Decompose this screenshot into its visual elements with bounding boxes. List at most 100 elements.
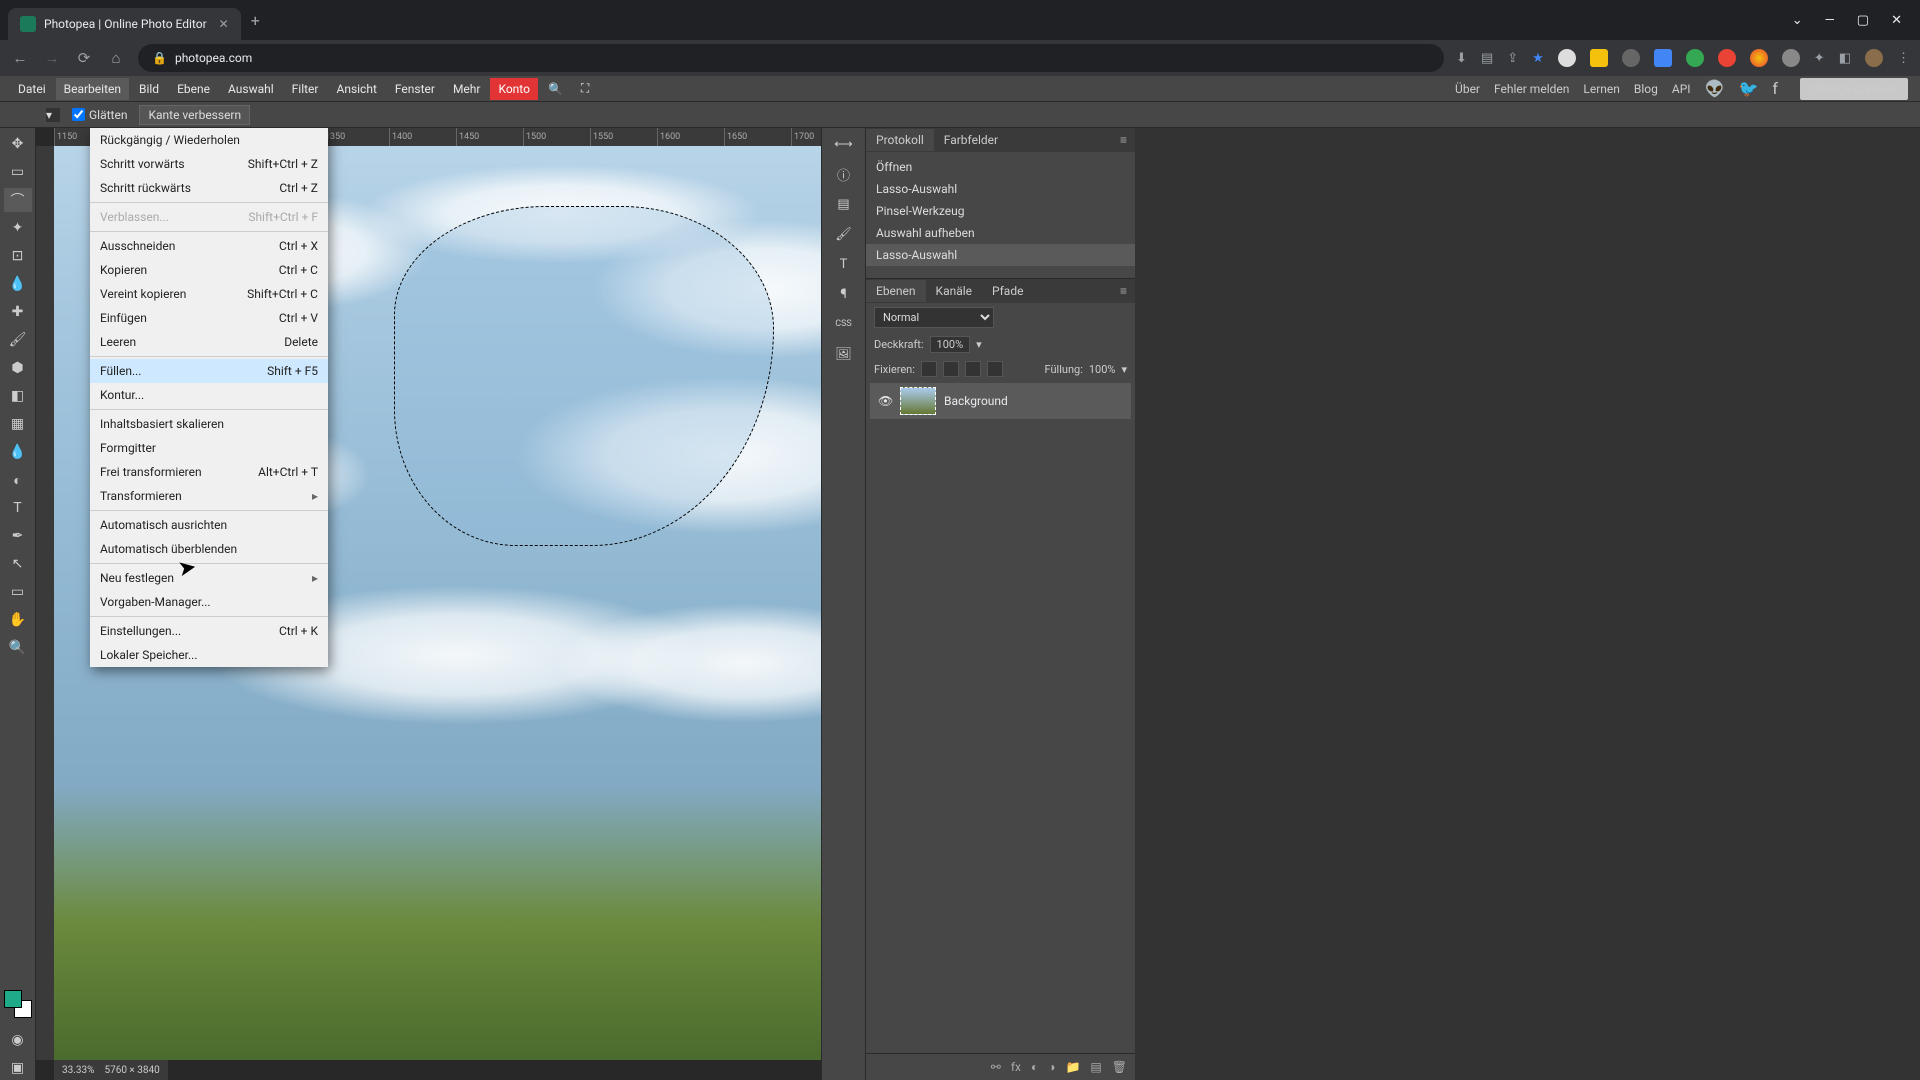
menu-item[interactable]: Frei transformierenAlt+Ctrl + T [90, 460, 328, 484]
glatten-checkbox[interactable]: Glätten [72, 108, 127, 122]
menu-item[interactable]: KopierenCtrl + C [90, 258, 328, 282]
extension-icon[interactable] [1622, 49, 1640, 67]
collapse-icon[interactable]: ⟷ [830, 132, 858, 156]
history-item[interactable]: Lasso-Auswahl [866, 178, 1135, 200]
profile-avatar[interactable] [1865, 49, 1883, 67]
menu-bearbeiten[interactable]: Bearbeiten [56, 78, 129, 100]
image-panel-icon[interactable]: 🖼 [830, 342, 858, 366]
close-window-icon[interactable]: ✕ [1891, 13, 1902, 28]
link-fehler[interactable]: Fehler melden [1494, 82, 1569, 96]
history-item[interactable]: Pinsel-Werkzeug [866, 200, 1135, 222]
menu-datei[interactable]: Datei [10, 78, 54, 100]
dropdown-icon[interactable]: ▾ [1121, 363, 1127, 376]
back-icon[interactable]: ← [10, 49, 30, 67]
kante-verbessern-button[interactable]: Kante verbessern [139, 105, 250, 125]
swatches-icon[interactable]: ▤ [830, 192, 858, 216]
menu-item[interactable]: LeerenDelete [90, 330, 328, 354]
menu-item[interactable]: AusschneidenCtrl + X [90, 234, 328, 258]
home-icon[interactable]: ⌂ [106, 49, 126, 67]
reddit-icon[interactable]: 👽 [1705, 79, 1725, 98]
extension-icon[interactable] [1686, 49, 1704, 67]
link-blog[interactable]: Blog [1634, 82, 1658, 96]
menu-item[interactable]: Transformieren [90, 484, 328, 508]
dodge-tool[interactable]: ◐ [4, 468, 32, 492]
lasso-tool[interactable]: ⌒ [4, 188, 32, 212]
panel-menu-icon[interactable]: ≡ [1112, 133, 1135, 147]
page-icon[interactable]: ▤ [1481, 51, 1493, 66]
type-tool[interactable]: T [4, 496, 32, 520]
history-item[interactable]: Öffnen [866, 156, 1135, 178]
menu-ebene[interactable]: Ebene [169, 78, 218, 100]
menu-item[interactable]: Füllen...Shift + F5 [90, 359, 328, 383]
fullscreen-icon[interactable]: ⛶ [573, 77, 597, 100]
brush-panel-icon[interactable]: 🖌 [830, 222, 858, 246]
tab-pfade[interactable]: Pfade [982, 280, 1033, 302]
fill-value[interactable]: 100% [1089, 363, 1116, 376]
menu-konto[interactable]: Konto [490, 78, 538, 100]
sidepanel-icon[interactable]: ◧ [1839, 51, 1851, 66]
menu-item[interactable]: Lokaler Speicher... [90, 643, 328, 667]
tab-ebenen[interactable]: Ebenen [866, 280, 926, 302]
hand-tool[interactable]: ✋ [4, 608, 32, 632]
menu-bild[interactable]: Bild [131, 78, 167, 100]
lock-all-icon[interactable] [987, 361, 1003, 377]
menu-item[interactable]: Kontur... [90, 383, 328, 407]
menu-item[interactable]: Schritt rückwärtsCtrl + Z [90, 176, 328, 200]
maximize-icon[interactable]: ▢ [1857, 13, 1869, 28]
browser-tab[interactable]: Photopea | Online Photo Editor ✕ [8, 8, 241, 40]
change-consent-button[interactable]: Change Consent [1800, 78, 1908, 100]
stamp-tool[interactable]: ⬢ [4, 356, 32, 380]
close-icon[interactable]: ✕ [219, 17, 229, 31]
info-icon[interactable]: ⓘ [830, 162, 858, 186]
adjustment-icon[interactable]: ◑ [1048, 1060, 1055, 1074]
wand-tool[interactable]: ✦ [4, 216, 32, 240]
panel-menu-icon[interactable]: ≡ [1112, 284, 1135, 298]
zoom-tool[interactable]: 🔍 [4, 636, 32, 660]
screenmode-tool[interactable]: ▣ [4, 1056, 32, 1080]
eyedropper-tool[interactable]: 💧 [4, 272, 32, 296]
new-tab-button[interactable]: + [251, 11, 260, 30]
menu-item[interactable]: Einstellungen...Ctrl + K [90, 619, 328, 643]
link-lernen[interactable]: Lernen [1583, 82, 1620, 96]
twitter-icon[interactable]: 🐦 [1738, 79, 1758, 98]
fx-icon[interactable]: fx [1011, 1060, 1021, 1074]
extension-icon[interactable] [1590, 49, 1608, 67]
download-icon[interactable]: ⬇ [1456, 51, 1467, 66]
blur-tool[interactable]: 💧 [4, 440, 32, 464]
lock-transparency-icon[interactable] [921, 361, 937, 377]
extension-icon[interactable] [1718, 49, 1736, 67]
layer-name[interactable]: Background [944, 394, 1008, 408]
menu-item[interactable]: Rückgängig / Wiederholen [90, 128, 328, 152]
lock-position-icon[interactable] [965, 361, 981, 377]
menu-item[interactable]: Schritt vorwärtsShift+Ctrl + Z [90, 152, 328, 176]
shape-tool[interactable]: ▭ [4, 580, 32, 604]
visibility-icon[interactable]: 👁 [878, 394, 892, 408]
reload-icon[interactable]: ⟳ [74, 49, 94, 67]
quickmask-tool[interactable]: ◉ [4, 1028, 32, 1052]
minimize-icon[interactable]: — [1825, 13, 1835, 28]
url-input[interactable]: 🔒 photopea.com [138, 44, 1444, 72]
extension-icon[interactable] [1654, 49, 1672, 67]
link-uber[interactable]: Über [1455, 82, 1480, 96]
extension-icon[interactable] [1558, 49, 1576, 67]
menu-item[interactable]: Inhaltsbasiert skalieren [90, 412, 328, 436]
brush-tool[interactable]: 🖌 [4, 328, 32, 352]
menu-item[interactable]: Formgitter [90, 436, 328, 460]
gradient-tool[interactable]: ▦ [4, 412, 32, 436]
facebook-icon[interactable]: f [1772, 79, 1778, 98]
mask-icon[interactable]: ◐ [1031, 1060, 1038, 1074]
blend-mode-select[interactable]: Normal [874, 307, 994, 328]
menu-icon[interactable]: ⋮ [1897, 51, 1910, 66]
layer-item[interactable]: 👁 Background [870, 383, 1131, 419]
feather-field[interactable]: ▾ [46, 108, 60, 122]
crop-tool[interactable]: ⊡ [4, 244, 32, 268]
glatten-input[interactable] [72, 108, 85, 121]
share-icon[interactable]: ⇪ [1507, 51, 1518, 66]
lock-pixels-icon[interactable] [943, 361, 959, 377]
folder-icon[interactable]: 📁 [1065, 1060, 1080, 1074]
tab-protokoll[interactable]: Protokoll [866, 129, 934, 151]
extension-icon[interactable] [1782, 49, 1800, 67]
history-item[interactable]: Lasso-Auswahl [866, 244, 1135, 266]
color-swatches[interactable] [4, 990, 32, 1018]
fg-color-swatch[interactable] [4, 990, 22, 1008]
